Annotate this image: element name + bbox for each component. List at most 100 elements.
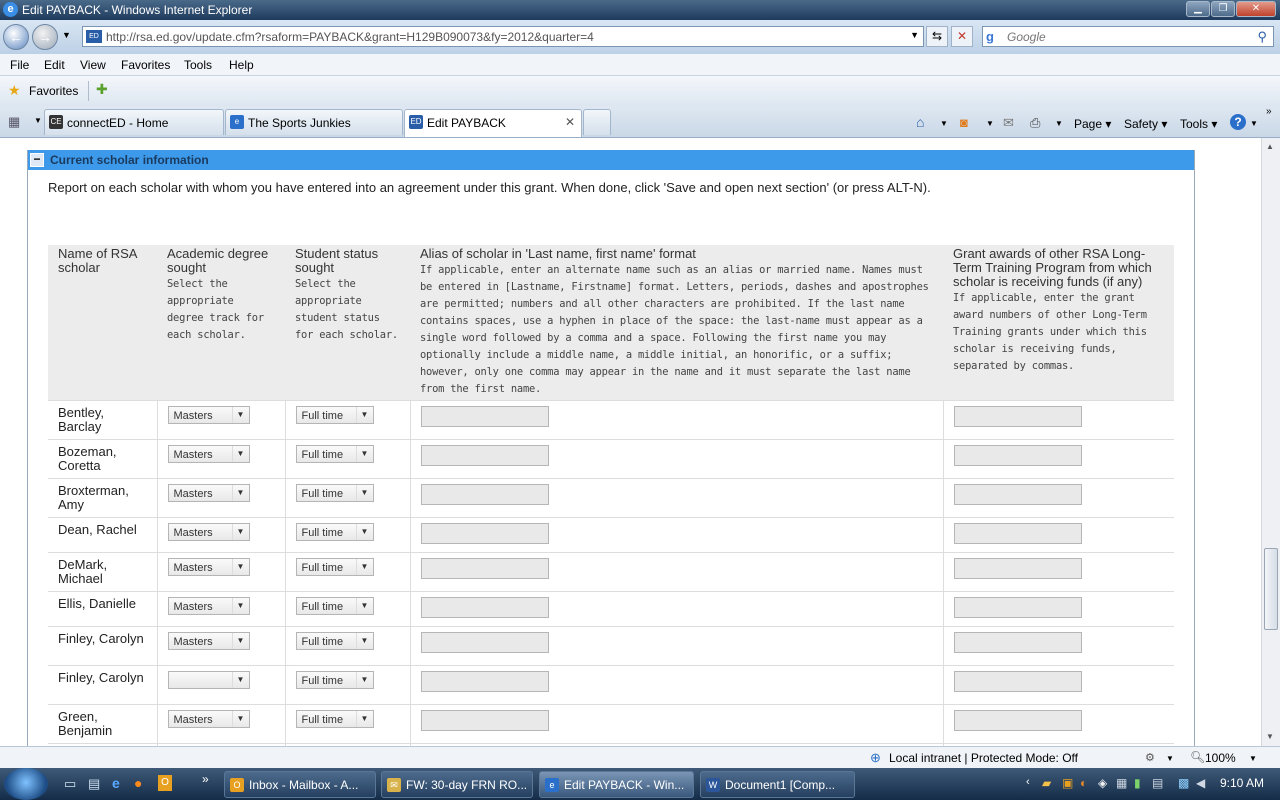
tab-list-dropdown-icon[interactable]: ▼ <box>34 116 42 125</box>
menu-favorites[interactable]: Favorites <box>121 58 170 72</box>
close-window-button[interactable]: ✕ <box>1236 1 1276 17</box>
chevron-down-icon[interactable]: ▼ <box>231 485 249 501</box>
show-desktop-icon[interactable]: ▭ <box>64 776 76 792</box>
grant-awards-input[interactable] <box>953 523 1082 544</box>
status-select[interactable]: Full time ▼ <box>295 671 374 689</box>
back-button[interactable]: ← <box>3 24 29 50</box>
tray-shield-icon[interactable]: ◈ <box>1098 776 1107 790</box>
degree-select[interactable]: Masters ▼ <box>167 632 250 650</box>
degree-select[interactable]: Masters ▼ <box>167 523 250 541</box>
minimize-button[interactable]: ▁ <box>1186 1 1210 17</box>
tray-orange-icon[interactable]: ◐ <box>1080 776 1087 790</box>
mail-icon[interactable]: ✉ <box>1003 115 1014 131</box>
tab-connected-home[interactable]: CE connectED - Home <box>44 109 224 135</box>
protected-dropdown-icon[interactable]: ▼ <box>1166 754 1174 763</box>
status-select[interactable]: Full time ▼ <box>295 710 374 728</box>
grant-awards-input[interactable] <box>953 710 1082 731</box>
scroll-down-icon[interactable]: ▼ <box>1266 732 1274 741</box>
address-dropdown-icon[interactable]: ▼ <box>910 30 919 40</box>
degree-select[interactable]: Masters ▼ <box>167 558 250 576</box>
switch-windows-icon[interactable]: ▤ <box>88 776 100 792</box>
chevron-down-icon[interactable]: ▼ <box>355 672 373 688</box>
start-button[interactable] <box>4 768 48 800</box>
grant-awards-input[interactable] <box>953 671 1082 692</box>
home-dropdown-icon[interactable]: ▼ <box>940 119 948 128</box>
alias-input[interactable] <box>420 597 549 618</box>
protected-mode-icon[interactable]: ⚙ <box>1145 751 1155 764</box>
tray-outlook-icon[interactable]: ▣ <box>1062 776 1073 790</box>
chevron-down-icon[interactable]: ▼ <box>231 407 249 423</box>
tab-edit-payback[interactable]: ED Edit PAYBACK ✕ <box>404 109 582 137</box>
grant-awards-input[interactable] <box>953 445 1082 466</box>
address-bar[interactable]: ED http://rsa.ed.gov/update.cfm?rsaform=… <box>82 26 924 47</box>
chevron-down-icon[interactable]: ▼ <box>355 524 373 540</box>
task-word-document[interactable]: W Document1 [Comp... <box>700 771 855 798</box>
alias-input[interactable] <box>420 671 549 692</box>
status-select[interactable]: Full time ▼ <box>295 484 374 502</box>
tab-sports-junkies[interactable]: e The Sports Junkies <box>225 109 403 135</box>
outlook-quicklaunch-icon[interactable]: O <box>158 775 172 791</box>
toolbar-overflow-icon[interactable]: » <box>1266 106 1272 117</box>
task-email-fw[interactable]: ✉ FW: 30-day FRN RO... <box>381 771 533 798</box>
grant-awards-input[interactable] <box>953 597 1082 618</box>
history-dropdown-icon[interactable]: ▼ <box>62 30 71 40</box>
firefox-quicklaunch-icon[interactable]: ● <box>134 775 142 791</box>
ie-quicklaunch-icon[interactable]: e <box>112 775 120 791</box>
collapse-toggle-icon[interactable]: − <box>30 153 44 167</box>
chevron-down-icon[interactable]: ▼ <box>355 711 373 727</box>
help-dropdown-icon[interactable]: ▼ <box>1250 119 1258 128</box>
print-dropdown-icon[interactable]: ▼ <box>1055 119 1063 128</box>
zoom-dropdown-icon[interactable]: ▼ <box>1249 754 1257 763</box>
search-box[interactable]: g Google ⚲ <box>982 26 1274 47</box>
scroll-up-icon[interactable]: ▲ <box>1266 142 1274 151</box>
quick-tabs-icon[interactable]: ▦ <box>8 114 20 130</box>
status-select[interactable]: Full time ▼ <box>295 558 374 576</box>
close-tab-icon[interactable]: ✕ <box>565 115 575 129</box>
menu-edit[interactable]: Edit <box>44 58 65 72</box>
tools-menu[interactable]: Tools ▾ <box>1180 117 1217 131</box>
tray-app-icon[interactable]: ▤ <box>1152 776 1163 790</box>
chevron-down-icon[interactable]: ▼ <box>231 711 249 727</box>
restore-button[interactable]: ❐ <box>1211 1 1235 17</box>
alias-input[interactable] <box>420 710 549 731</box>
favorites-button[interactable]: Favorites <box>29 84 78 98</box>
search-placeholder[interactable]: Google <box>1007 30 1046 44</box>
chevron-down-icon[interactable]: ▼ <box>355 446 373 462</box>
feeds-dropdown-icon[interactable]: ▼ <box>986 119 994 128</box>
tray-green-icon[interactable]: ▮ <box>1134 776 1141 790</box>
grant-awards-input[interactable] <box>953 406 1082 427</box>
forward-button[interactable]: → <box>32 24 58 50</box>
chevron-down-icon[interactable]: ▼ <box>231 559 249 575</box>
alias-input[interactable] <box>420 523 549 544</box>
page-menu[interactable]: Page ▾ <box>1074 117 1111 131</box>
refresh-button[interactable]: ⇆ <box>926 26 948 47</box>
address-url[interactable]: http://rsa.ed.gov/update.cfm?rsaform=PAY… <box>106 30 594 44</box>
alias-input[interactable] <box>420 632 549 653</box>
chevron-down-icon[interactable]: ▼ <box>355 407 373 423</box>
new-tab-button[interactable] <box>583 109 611 135</box>
menu-file[interactable]: File <box>10 58 29 72</box>
degree-select[interactable]: Masters ▼ <box>167 445 250 463</box>
status-select[interactable]: Full time ▼ <box>295 445 374 463</box>
task-edit-payback[interactable]: e Edit PAYBACK - Win... <box>539 771 694 798</box>
degree-select[interactable]: ▼ <box>167 671 250 689</box>
menu-view[interactable]: View <box>80 58 106 72</box>
chevron-down-icon[interactable]: ▼ <box>355 598 373 614</box>
grant-awards-input[interactable] <box>953 558 1082 579</box>
chevron-down-icon[interactable]: ▼ <box>355 559 373 575</box>
chevron-down-icon[interactable]: ▼ <box>231 524 249 540</box>
grant-awards-input[interactable] <box>953 484 1082 505</box>
help-icon[interactable]: ? <box>1230 114 1246 130</box>
chevron-down-icon[interactable]: ▼ <box>355 485 373 501</box>
search-icon[interactable]: ⚲ <box>1257 29 1267 45</box>
security-zone-text[interactable]: Local intranet | Protected Mode: Off <box>889 751 1078 765</box>
volume-icon[interactable]: ◀ <box>1196 776 1205 790</box>
scroll-thumb[interactable] <box>1264 548 1278 630</box>
chevron-down-icon[interactable]: ▼ <box>231 446 249 462</box>
menu-tools[interactable]: Tools <box>184 58 212 72</box>
alias-input[interactable] <box>420 406 549 427</box>
alias-input[interactable] <box>420 558 549 579</box>
grant-awards-input[interactable] <box>953 632 1082 653</box>
status-select[interactable]: Full time ▼ <box>295 597 374 615</box>
menu-help[interactable]: Help <box>229 58 254 72</box>
